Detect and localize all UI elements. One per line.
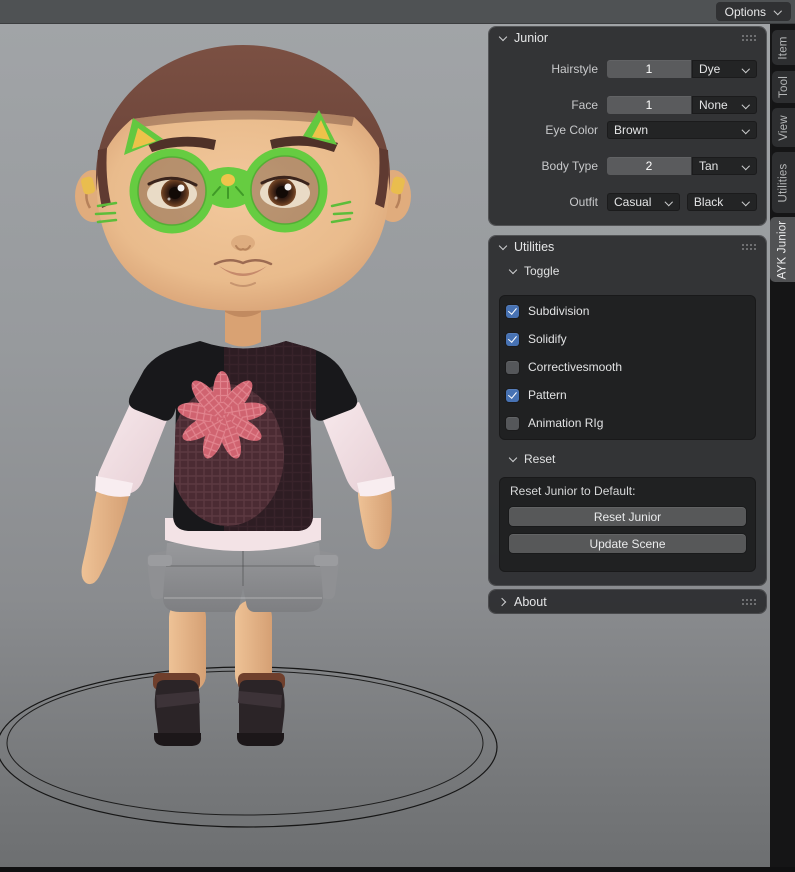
toggle-row-correctivesmooth: Correctivesmooth bbox=[499, 359, 756, 375]
chevron-down-icon bbox=[741, 101, 750, 110]
reset-description: Reset Junior to Default: bbox=[499, 477, 756, 498]
tab-view[interactable]: View bbox=[772, 108, 795, 147]
reset-junior-button[interactable]: Reset Junior bbox=[509, 507, 746, 526]
sidebar-tab-strip: Item Tool View Utilities AYK Junior bbox=[770, 24, 795, 867]
toggle-row-subdivision: Subdivision bbox=[499, 303, 756, 319]
face-row: Face 1 None bbox=[489, 96, 766, 114]
chevron-down-icon bbox=[741, 198, 750, 207]
about-panel-header[interactable]: About bbox=[489, 590, 766, 613]
chevron-down-icon bbox=[741, 65, 750, 74]
chevron-down-icon bbox=[508, 455, 517, 464]
outfit-style-dropdown[interactable]: Casual bbox=[607, 193, 680, 211]
toggle-row-solidify: Solidify bbox=[499, 331, 756, 347]
chevron-down-icon bbox=[741, 126, 750, 135]
panel-title: Junior bbox=[514, 31, 548, 45]
chevron-right-icon bbox=[498, 597, 507, 606]
character-model[interactable] bbox=[75, 45, 411, 746]
chevron-down-icon bbox=[498, 243, 507, 252]
eye-color-dropdown[interactable]: Brown bbox=[607, 121, 757, 139]
chevron-down-icon bbox=[508, 267, 517, 276]
update-scene-button[interactable]: Update Scene bbox=[509, 534, 746, 553]
chevron-down-icon bbox=[498, 34, 507, 43]
drag-grip-icon[interactable] bbox=[741, 243, 757, 251]
about-panel: About bbox=[489, 590, 766, 613]
outfit-color-dropdown[interactable]: Black bbox=[687, 193, 757, 211]
body-type-dropdown[interactable]: Tan bbox=[692, 157, 757, 175]
drag-grip-icon[interactable] bbox=[741, 34, 757, 42]
junior-panel-header[interactable]: Junior bbox=[489, 27, 766, 49]
hairstyle-row: Hairstyle 1 Dye bbox=[489, 60, 766, 78]
pattern-checkbox[interactable] bbox=[506, 389, 519, 402]
tab-tool[interactable]: Tool bbox=[772, 71, 795, 103]
utilities-panel: Utilities Toggle Subdivision Solidify Co… bbox=[489, 236, 766, 585]
panel-title: Utilities bbox=[514, 240, 554, 254]
boot-left bbox=[153, 673, 201, 746]
boot-right bbox=[237, 673, 285, 746]
outfit-row: Outfit Casual Black bbox=[489, 193, 766, 211]
drag-grip-icon[interactable] bbox=[741, 598, 757, 606]
tshirt bbox=[129, 334, 357, 534]
options-button[interactable]: Options bbox=[716, 2, 791, 21]
chevron-down-icon bbox=[741, 162, 750, 171]
body-type-row: Body Type 2 Tan bbox=[489, 157, 766, 175]
chevron-down-icon bbox=[773, 7, 782, 16]
toggle-row-animation-rig: Animation RIg bbox=[499, 415, 756, 431]
animation-rig-checkbox[interactable] bbox=[506, 417, 519, 430]
viewport-header-bar: Options bbox=[0, 0, 795, 24]
hairstyle-dropdown[interactable]: Dye bbox=[692, 60, 757, 78]
hairstyle-number-field[interactable]: 1 bbox=[607, 60, 691, 78]
shorts bbox=[147, 543, 339, 612]
reset-subpanel-header[interactable]: Reset bbox=[489, 450, 766, 468]
utilities-panel-header[interactable]: Utilities bbox=[489, 236, 766, 258]
tab-item[interactable]: Item bbox=[772, 30, 795, 65]
face-number-field[interactable]: 1 bbox=[607, 96, 691, 114]
panel-title: About bbox=[514, 595, 547, 609]
toggle-row-pattern: Pattern bbox=[499, 387, 756, 403]
eye-color-row: Eye Color Brown bbox=[489, 121, 766, 139]
toggle-box: Subdivision Solidify Correctivesmooth Pa… bbox=[499, 295, 756, 440]
reset-box: Reset Junior to Default: Reset Junior Up… bbox=[499, 477, 756, 572]
subdivision-checkbox[interactable] bbox=[506, 305, 519, 318]
body-type-number-field[interactable]: 2 bbox=[607, 157, 691, 175]
toggle-subpanel-header[interactable]: Toggle bbox=[489, 262, 766, 280]
chevron-down-icon bbox=[664, 198, 673, 207]
correctivesmooth-checkbox[interactable] bbox=[506, 361, 519, 374]
tab-utilities[interactable]: Utilities bbox=[772, 152, 795, 213]
junior-panel: Junior Hairstyle 1 Dye Face 1 None Eye C… bbox=[489, 27, 766, 225]
face-dropdown[interactable]: None bbox=[692, 96, 757, 114]
tab-ayk-junior[interactable]: AYK Junior bbox=[770, 217, 795, 282]
solidify-checkbox[interactable] bbox=[506, 333, 519, 346]
